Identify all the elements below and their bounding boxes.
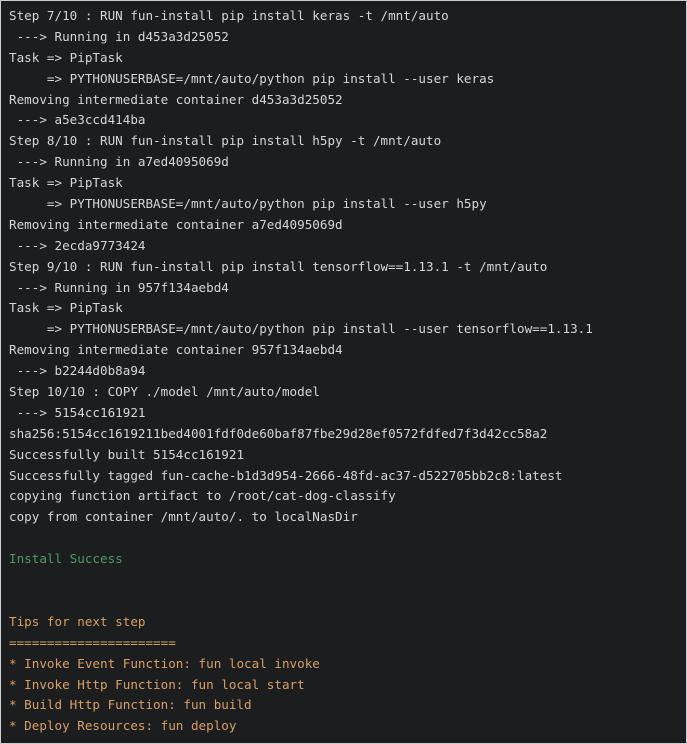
terminal-line: ---> b2244d0b8a94: [9, 361, 682, 382]
terminal-output-log: Step 7/10 : RUN fun-install pip install …: [1, 6, 686, 737]
terminal-line: => PYTHONUSERBASE=/mnt/auto/python pip i…: [9, 194, 682, 215]
terminal-line: Tips for next step: [9, 612, 682, 633]
terminal-line: sha256:5154cc1619211bed4001fdf0de60baf87…: [9, 424, 682, 445]
terminal-line: Removing intermediate container a7ed4095…: [9, 215, 682, 236]
terminal-line: Step 8/10 : RUN fun-install pip install …: [9, 131, 682, 152]
terminal-line: ---> Running in a7ed4095069d: [9, 152, 682, 173]
terminal-line: => PYTHONUSERBASE=/mnt/auto/python pip i…: [9, 69, 682, 90]
terminal-blank-line: [9, 570, 682, 591]
terminal-line: * Build Http Function: fun build: [9, 695, 682, 716]
terminal-line: Removing intermediate container 957f134a…: [9, 340, 682, 361]
terminal-line: * Invoke Event Function: fun local invok…: [9, 654, 682, 675]
terminal-line: Task => PipTask: [9, 48, 682, 69]
terminal-line: Task => PipTask: [9, 173, 682, 194]
terminal-blank-line: [9, 591, 682, 612]
terminal-line: ---> 2ecda9773424: [9, 236, 682, 257]
terminal-line: Task => PipTask: [9, 298, 682, 319]
terminal-line: ---> a5e3ccd414ba: [9, 110, 682, 131]
terminal-line: * Deploy Resources: fun deploy: [9, 716, 682, 737]
terminal-line: * Invoke Http Function: fun local start: [9, 675, 682, 696]
terminal-line: Install Success: [9, 549, 682, 570]
terminal-line: Step 9/10 : RUN fun-install pip install …: [9, 257, 682, 278]
terminal-line: Removing intermediate container d453a3d2…: [9, 90, 682, 111]
terminal-line: Successfully tagged fun-cache-b1d3d954-2…: [9, 466, 682, 487]
terminal-line: Successfully built 5154cc161921: [9, 445, 682, 466]
terminal-line: copying function artifact to /root/cat-d…: [9, 486, 682, 507]
terminal-line: copy from container /mnt/auto/. to local…: [9, 507, 682, 528]
terminal-window[interactable]: Step 7/10 : RUN fun-install pip install …: [0, 0, 687, 744]
terminal-line: ======================: [9, 633, 682, 654]
terminal-line: => PYTHONUSERBASE=/mnt/auto/python pip i…: [9, 319, 682, 340]
terminal-line: ---> 5154cc161921: [9, 403, 682, 424]
terminal-line: Step 7/10 : RUN fun-install pip install …: [9, 6, 682, 27]
terminal-line: ---> Running in 957f134aebd4: [9, 278, 682, 299]
terminal-line: Step 10/10 : COPY ./model /mnt/auto/mode…: [9, 382, 682, 403]
terminal-blank-line: [9, 528, 682, 549]
terminal-line: ---> Running in d453a3d25052: [9, 27, 682, 48]
